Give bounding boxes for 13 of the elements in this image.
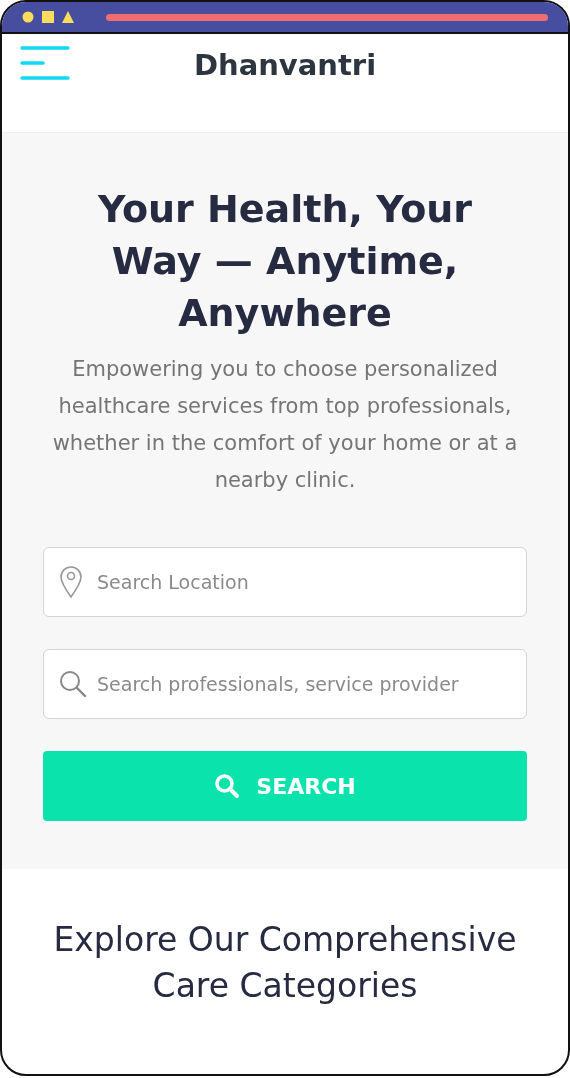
- location-field[interactable]: Search Location: [43, 547, 527, 617]
- menu-icon[interactable]: [20, 46, 70, 82]
- brand-name[interactable]: Dhanvantri: [193, 48, 377, 82]
- circle-icon: [22, 11, 34, 23]
- search-icon: [214, 773, 241, 799]
- hero-subtitle: Empowering you to choose personalized healthcare services from top professionals, whether in the comfort of your home or at a nearby clinic.: [51, 356, 519, 494]
- section-title: Explore Our Comprehensive Care Categories: [52, 919, 518, 1007]
- triangle-icon: [62, 11, 74, 23]
- hero-title: Your Health, Your Way — Anytime, Anywhere: [96, 186, 474, 337]
- search-field[interactable]: Search professionals, service provider: [43, 649, 527, 719]
- search-icon: [59, 670, 87, 698]
- square-icon: [42, 11, 54, 23]
- location-pin-icon: [59, 565, 83, 599]
